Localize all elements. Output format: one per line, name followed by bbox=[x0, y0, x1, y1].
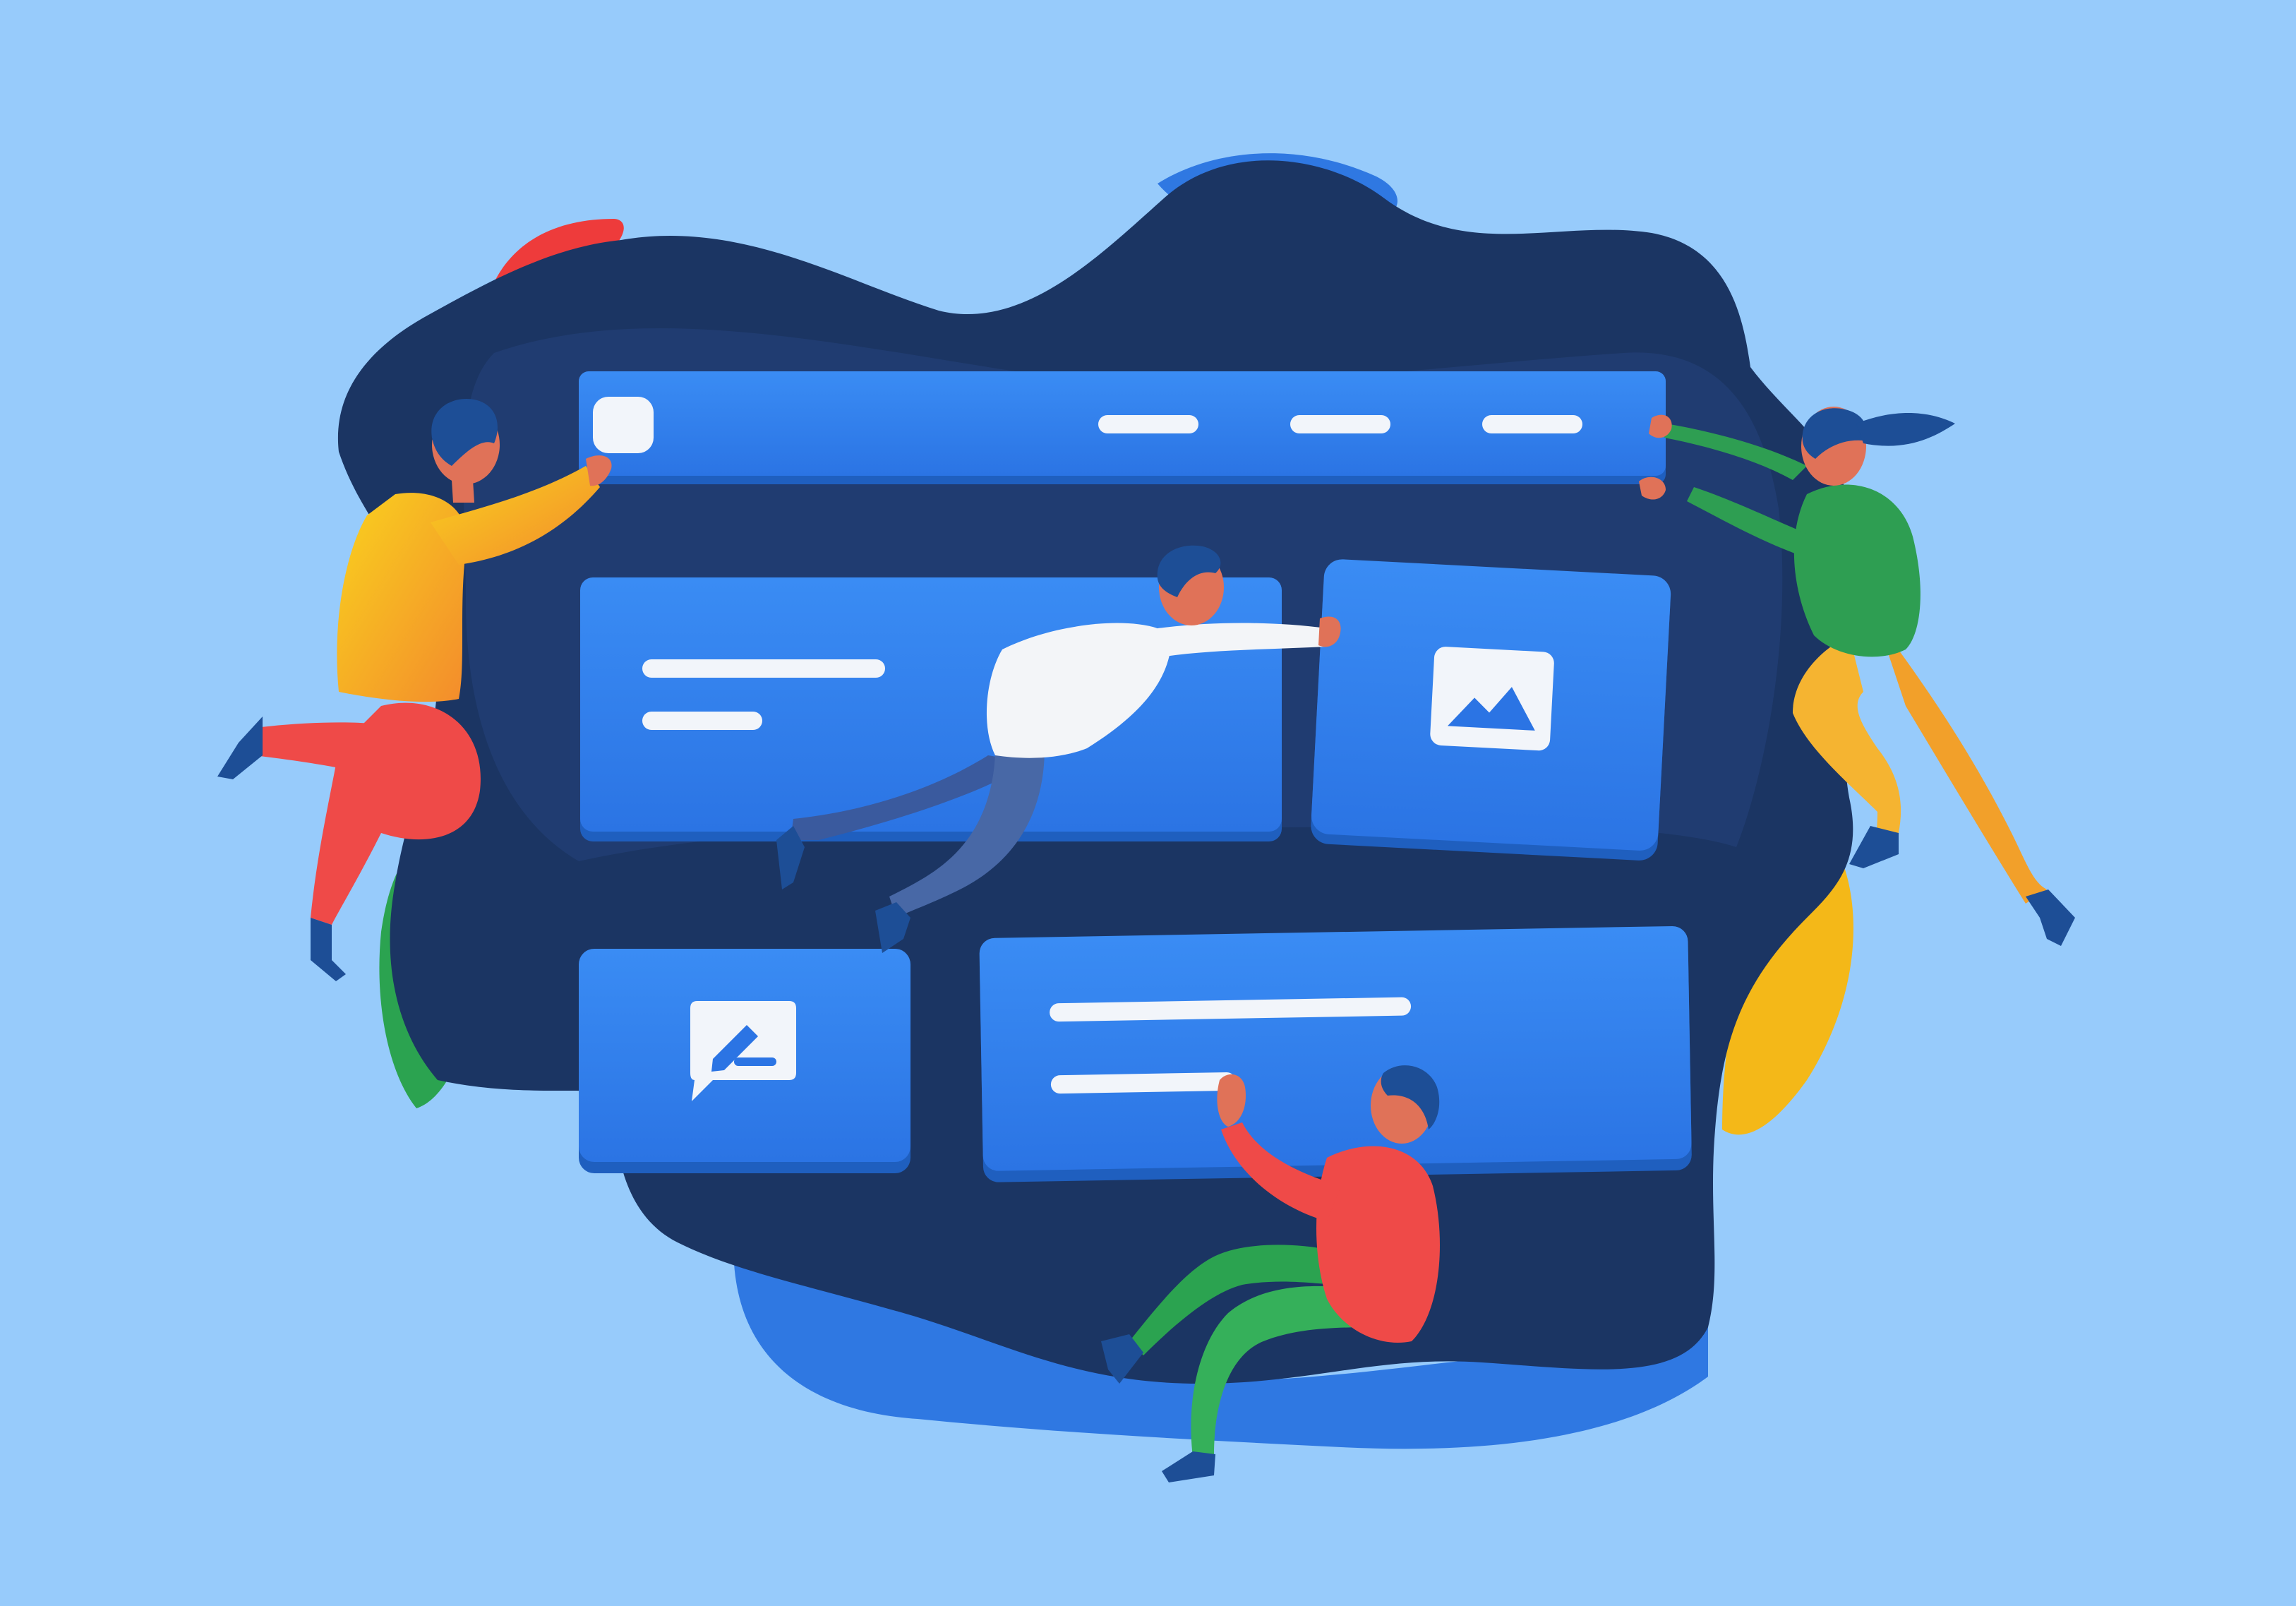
nav-item-3[interactable] bbox=[1482, 415, 1582, 433]
text-card-bottom-panel[interactable] bbox=[979, 925, 1692, 1171]
shoe-front bbox=[1162, 1451, 1215, 1482]
illustration bbox=[217, 153, 2075, 1482]
text-line-medium bbox=[1050, 1072, 1236, 1094]
image-icon bbox=[1430, 647, 1554, 751]
text-line-short bbox=[642, 712, 762, 730]
ponytail bbox=[1856, 413, 1955, 446]
shoe-back bbox=[2026, 889, 2075, 946]
text-line-long bbox=[642, 659, 885, 678]
header-bar bbox=[579, 371, 1666, 484]
leg-back bbox=[1877, 621, 2047, 904]
shoe-front bbox=[311, 918, 346, 981]
shoe-front bbox=[1849, 826, 1899, 868]
nav-item-1[interactable] bbox=[1098, 415, 1198, 433]
comment-card bbox=[579, 949, 910, 1173]
shoe-back bbox=[217, 717, 263, 779]
nav-item-2[interactable] bbox=[1290, 415, 1390, 433]
text-card-bottom bbox=[979, 925, 1692, 1182]
torso bbox=[1793, 484, 1921, 657]
square-logo-icon[interactable] bbox=[593, 397, 654, 453]
image-card bbox=[1311, 559, 1671, 861]
